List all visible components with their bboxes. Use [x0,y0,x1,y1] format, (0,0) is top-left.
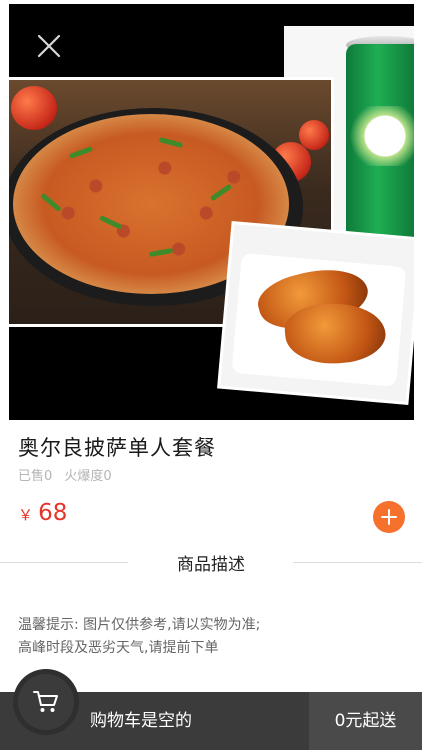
description-header: 商品描述 [0,550,422,575]
chicken-wings-photo [220,224,414,402]
plus-icon [381,509,397,525]
cart-button[interactable] [18,674,74,730]
shopping-cart-icon [33,691,58,712]
description-text: 温馨提示: 图片仅供参考,请以实物为准; 高峰时段及恶劣天气,请提前下单 [18,614,408,660]
close-icon [37,34,61,58]
product-price: ￥ 68 [18,500,67,526]
product-stats: 已售0 火爆度0 [18,465,120,484]
checkout-button[interactable]: 0元起送 [309,692,422,750]
product-image [9,4,414,420]
divider [293,562,422,563]
product-title: 奥尔良披萨单人套餐 [18,436,216,460]
popularity-count: 火爆度0 [64,469,112,484]
price-value: 68 [38,500,68,526]
price-symbol: ￥ [18,506,34,524]
cart-status: 购物车是空的 [90,711,192,731]
sold-count: 已售0 [18,469,53,484]
add-to-cart-button[interactable] [373,501,405,533]
description-line: 高峰时段及恶劣天气,请提前下单 [18,640,219,656]
description-line: 温馨提示: 图片仅供参考,请以实物为准; [18,617,261,633]
close-button[interactable] [29,26,69,66]
